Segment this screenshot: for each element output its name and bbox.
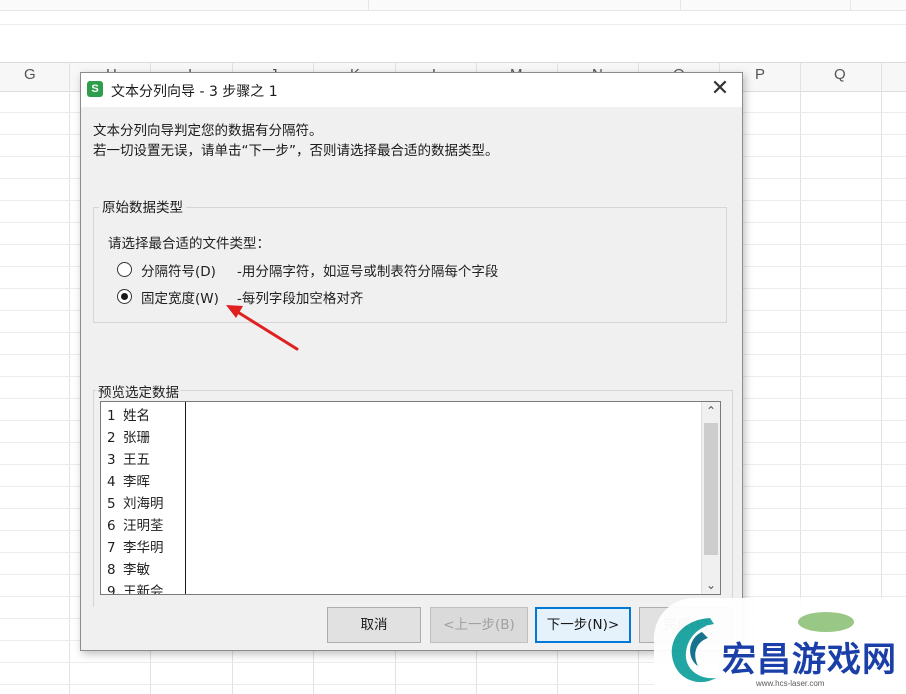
scrollbar-thumb[interactable] xyxy=(704,423,718,555)
back-button[interactable]: <上一步(B) xyxy=(430,607,528,643)
description-line-2: 若一切设置无误，请单击“下一步”，否则请选择最合适的数据类型。 xyxy=(93,143,499,159)
radio-delimited-label[interactable]: 分隔符号(D) xyxy=(141,260,216,280)
radio-fixed-width-description: -每列字段加空格对齐 xyxy=(237,291,364,307)
preview-row: 9 王新会 xyxy=(107,584,164,595)
preview-row: 3 王五 xyxy=(107,452,150,468)
preview-row: 6 汪明荃 xyxy=(107,518,164,534)
close-button[interactable]: ✕ xyxy=(706,77,734,103)
next-button[interactable]: 下一步(N)> xyxy=(535,607,631,643)
chevron-up-icon[interactable]: ⌃ xyxy=(702,402,720,420)
spreadsheet-toolbar-area xyxy=(0,0,906,62)
toolbar-divider xyxy=(850,0,851,10)
preview-row: 8 李敏 xyxy=(107,562,150,578)
radio-delimited-description: -用分隔字符，如逗号或制表符分隔每个字段 xyxy=(237,264,499,280)
column-header-q[interactable]: Q xyxy=(834,66,846,83)
preview-scrollbar[interactable]: ⌃ ⌄ xyxy=(701,402,720,594)
watermark-url: www.hcs-laser.com xyxy=(756,679,825,688)
chevron-down-icon[interactable]: ⌄ xyxy=(702,576,720,594)
dragon-logo-icon xyxy=(671,618,716,683)
toolbar-divider xyxy=(368,0,369,10)
dialog-title: 文本分列向导 - 3 步骤之 1 xyxy=(111,84,278,100)
radio-button-checked[interactable] xyxy=(117,289,132,304)
formula-bar-line xyxy=(0,24,906,25)
leaf-logo-icon xyxy=(798,612,854,632)
radio-button-unchecked[interactable] xyxy=(117,262,132,277)
close-icon: ✕ xyxy=(710,76,730,101)
preview-group-legend: 预览选定数据 xyxy=(97,381,180,401)
app-logo-icon: S xyxy=(87,81,103,97)
preview-row: 2 张珊 xyxy=(107,430,150,446)
preview-row: 1 姓名 xyxy=(107,408,150,424)
watermark-text: 宏昌游戏网 xyxy=(722,640,897,680)
data-type-group-legend: 原始数据类型 xyxy=(99,196,186,216)
text-to-columns-dialog: S 文本分列向导 - 3 步骤之 1 ✕ 文本分列向导判定您的数据有分隔符。 若… xyxy=(80,72,743,651)
cancel-button[interactable]: 取消 xyxy=(327,607,421,643)
description-line-1: 文本分列向导判定您的数据有分隔符。 xyxy=(93,123,323,139)
preview-row: 5 刘海明 xyxy=(107,496,164,512)
preview-row: 7 李华明 xyxy=(107,540,164,556)
column-header-g[interactable]: G xyxy=(24,66,36,83)
dialog-titlebar[interactable]: S 文本分列向导 - 3 步骤之 1 ✕ xyxy=(81,73,742,107)
data-preview-pane[interactable]: 1 姓名 2 张珊 3 王五 4 李晖 5 刘海明 6 汪明荃 7 李华明 8 李敏 9 王新会 … xyxy=(100,401,721,595)
radio-fixed-width-label[interactable]: 固定宽度(W) xyxy=(141,287,219,307)
file-type-prompt: 请选择最合适的文件类型： xyxy=(108,236,270,252)
toolbar-divider xyxy=(680,0,681,10)
column-header-p[interactable]: P xyxy=(755,66,765,83)
toolbar-strip xyxy=(0,0,906,11)
preview-row: 4 李晖 xyxy=(107,474,150,490)
